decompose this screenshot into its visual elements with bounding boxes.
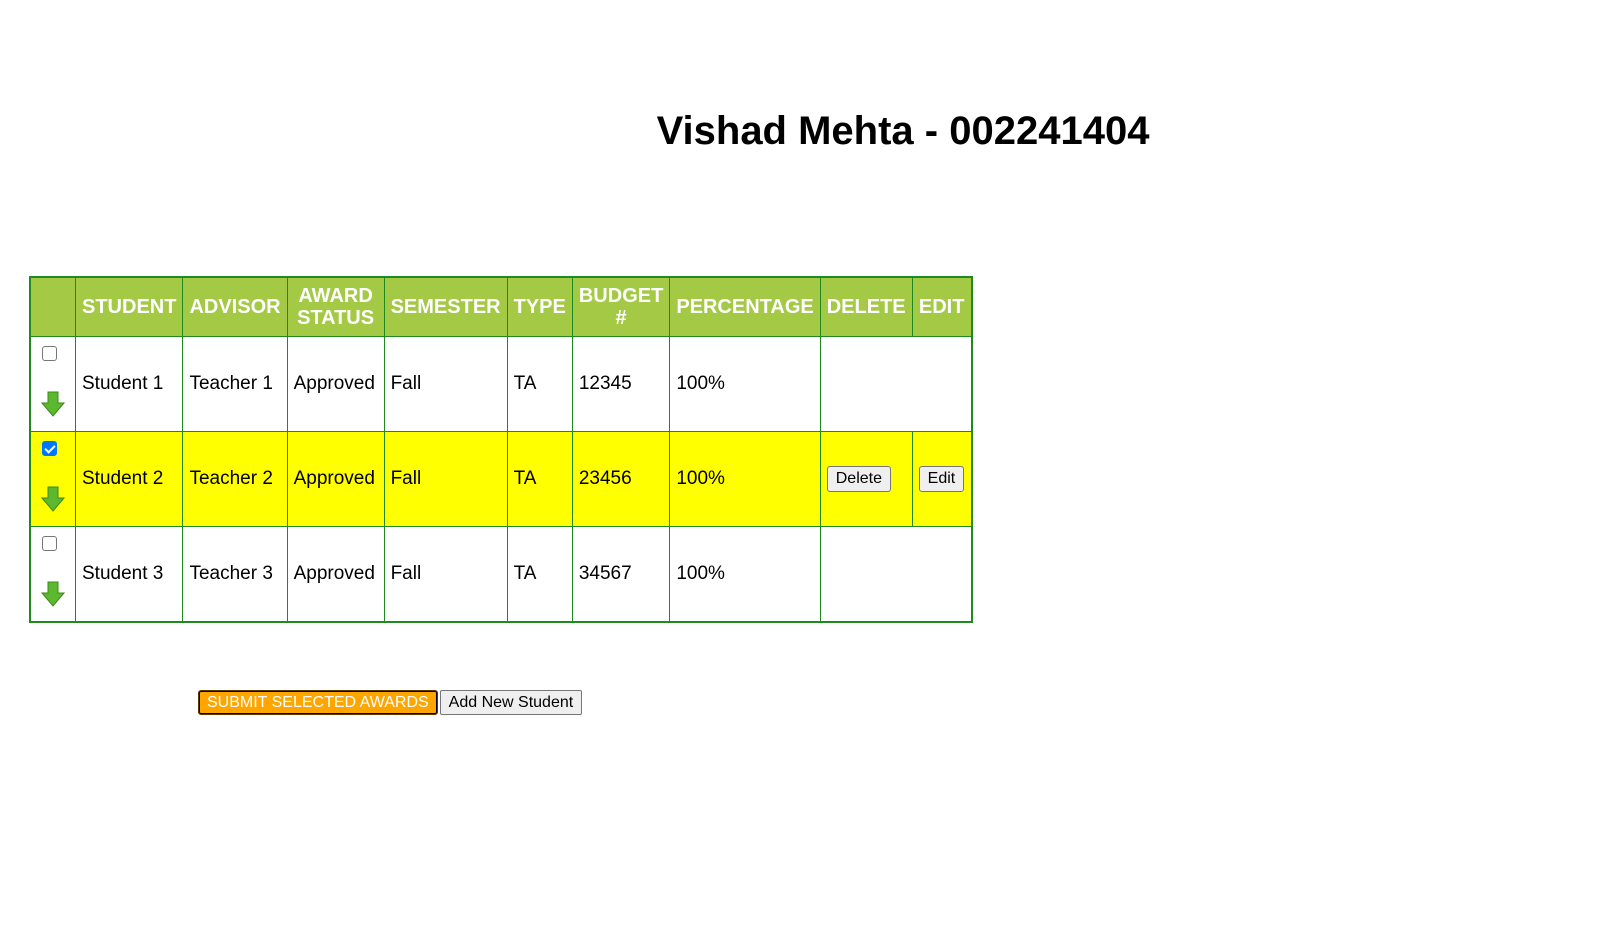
add-new-student-button[interactable]: Add New Student [439, 690, 583, 715]
header-student: STUDENT [74, 276, 184, 337]
advisor-cell: Teacher 1 [182, 336, 288, 432]
header-award-status-line2: STATUS [297, 307, 375, 329]
status-cell: Approved [286, 431, 385, 527]
type-cell: TA [506, 431, 573, 527]
select-cell [29, 336, 76, 432]
header-advisor: ADVISOR [182, 276, 288, 337]
percentage-cell: 100% [669, 336, 821, 432]
form-actions: SUBMIT SELECTED AWARDS Add New Student [198, 690, 583, 715]
type-cell: TA [506, 336, 573, 432]
select-cell [29, 431, 76, 527]
delete-button[interactable]: Delete [826, 466, 891, 492]
down-arrow-icon[interactable] [41, 581, 65, 607]
semester-cell: Fall [383, 431, 508, 527]
header-type: TYPE [506, 276, 573, 337]
down-arrow-icon[interactable] [41, 391, 65, 417]
header-budget: BUDGET # [571, 276, 671, 337]
actions-cell [819, 336, 973, 432]
student-cell: Student 2 [74, 431, 184, 527]
row-checkbox[interactable] [42, 346, 57, 361]
student-cell: Student 1 [74, 336, 184, 432]
header-budget-line2: # [615, 307, 627, 329]
percentage-cell: 100% [669, 431, 821, 527]
status-cell: Approved [286, 526, 385, 623]
row-checkbox[interactable] [42, 536, 57, 551]
advisor-cell: Teacher 3 [182, 526, 288, 623]
header-edit: EDIT [911, 276, 973, 337]
advisor-cell: Teacher 2 [182, 431, 288, 527]
header-select [29, 276, 76, 337]
table-row: Student 3 Teacher 3 Approved Fall TA 345… [29, 526, 973, 623]
awards-table: STUDENT ADVISOR AWARD STATUS SEMESTER TYP… [29, 276, 973, 623]
student-cell: Student 3 [74, 526, 184, 623]
actions-cell [819, 526, 973, 623]
budget-cell: 34567 [571, 526, 671, 623]
type-cell: TA [506, 526, 573, 623]
down-arrow-icon[interactable] [41, 486, 65, 512]
row-checkbox-checked[interactable] [42, 441, 57, 456]
semester-cell: Fall [383, 526, 508, 623]
select-cell [29, 526, 76, 623]
edit-button[interactable]: Edit [918, 466, 965, 492]
submit-selected-awards-button[interactable]: SUBMIT SELECTED AWARDS [198, 690, 438, 715]
header-percentage: PERCENTAGE [669, 276, 821, 337]
header-delete: DELETE [819, 276, 913, 337]
semester-cell: Fall [383, 336, 508, 432]
status-cell: Approved [286, 336, 385, 432]
page-title: Vishad Mehta - 002241404 [656, 109, 1150, 153]
header-semester: SEMESTER [383, 276, 508, 337]
header-award-status-line1: AWARD [298, 285, 373, 307]
table-header-row: STUDENT ADVISOR AWARD STATUS SEMESTER TYP… [29, 276, 973, 337]
table-row: Student 1 Teacher 1 Approved Fall TA 123… [29, 336, 973, 432]
budget-cell: 23456 [571, 431, 671, 527]
header-award-status: AWARD STATUS [286, 276, 385, 337]
percentage-cell: 100% [669, 526, 821, 623]
delete-cell: Delete [819, 431, 913, 527]
budget-cell: 12345 [571, 336, 671, 432]
edit-cell: Edit [911, 431, 973, 527]
header-budget-line1: BUDGET [578, 285, 664, 307]
table-row-selected: Student 2 Teacher 2 Approved Fall TA 234… [29, 431, 973, 527]
